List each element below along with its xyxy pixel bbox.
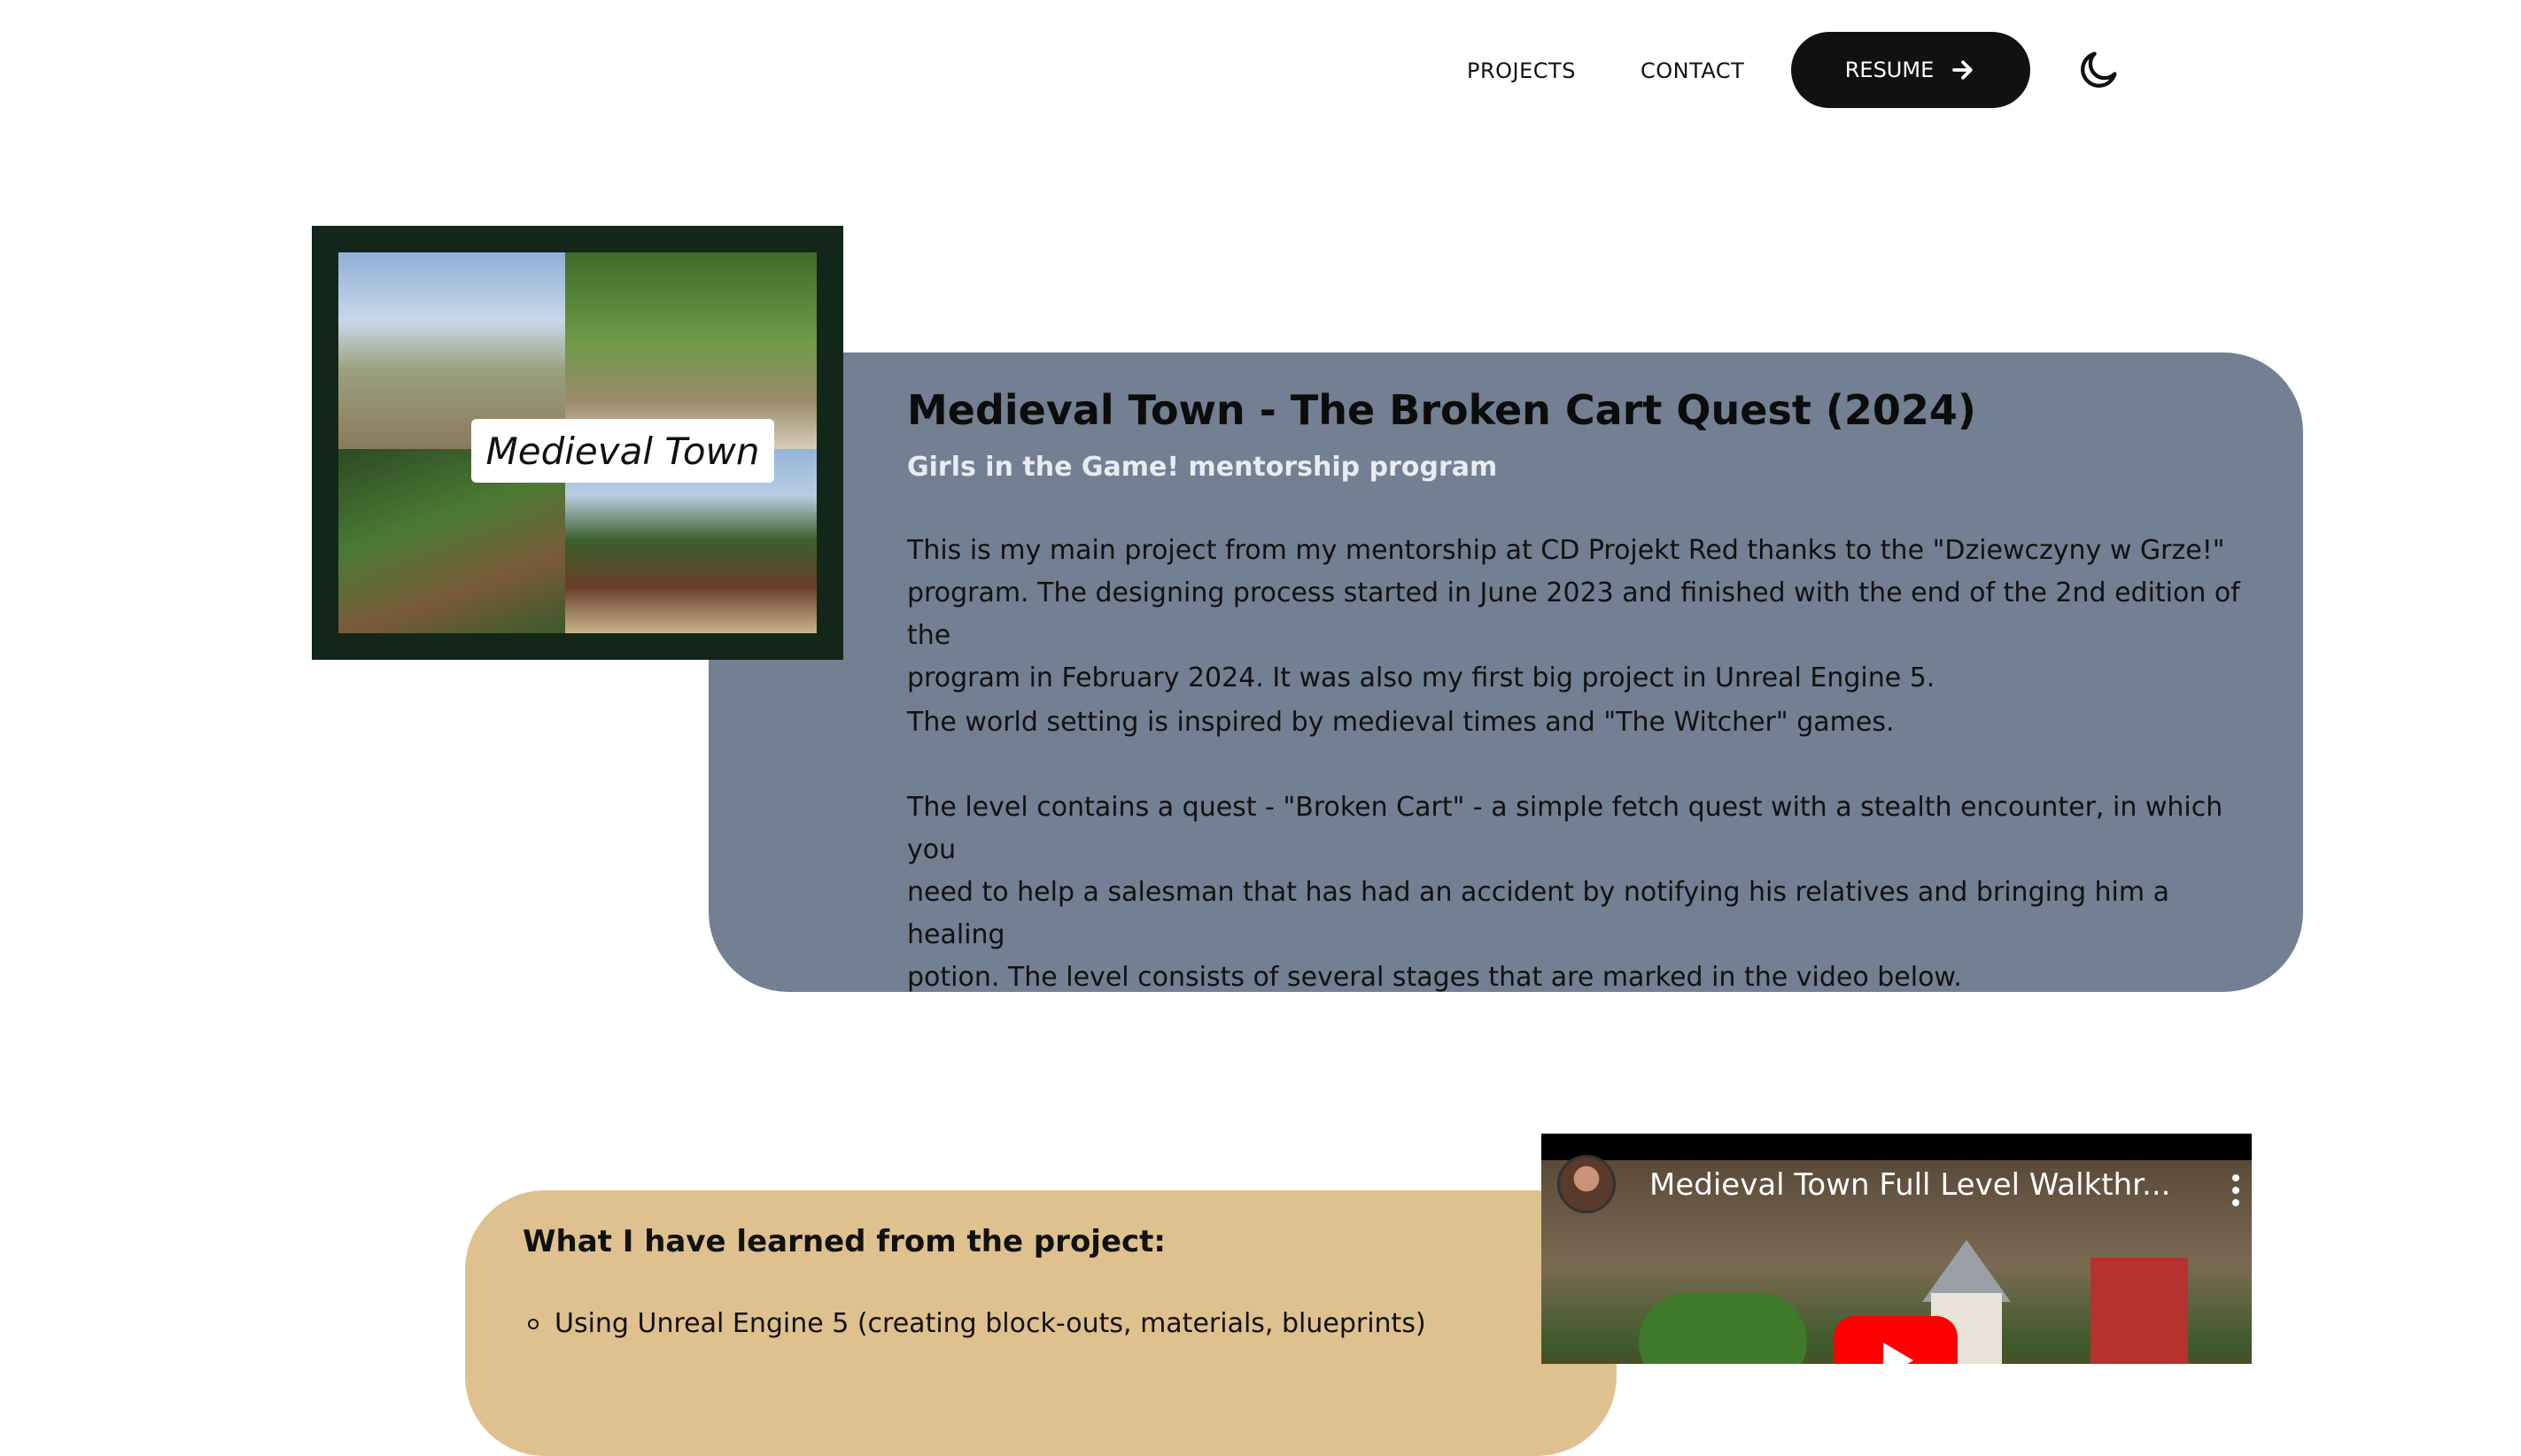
project-title: Medieval Town - The Broken Cart Quest (2… bbox=[907, 386, 1976, 434]
project-subtitle: Girls in the Game! mentorship program bbox=[907, 452, 1498, 483]
more-vert-icon[interactable] bbox=[2230, 1173, 2241, 1208]
paragraph-1-line-2: program. The designing process started i… bbox=[907, 577, 2240, 651]
bullet-icon bbox=[528, 1318, 539, 1329]
channel-avatar[interactable] bbox=[1557, 1155, 1616, 1213]
project-paragraph-2: The world setting is inspired by medieva… bbox=[907, 707, 1895, 738]
paragraph-1-line-3: program in February 2024. It was also my… bbox=[907, 662, 1935, 693]
resume-button[interactable]: RESUME bbox=[1791, 32, 2030, 108]
moon-icon[interactable] bbox=[2076, 46, 2122, 92]
resume-button-label: RESUME bbox=[1844, 58, 1935, 82]
learned-title: What I have learned from the project: bbox=[523, 1224, 1167, 1259]
project-thumbnail[interactable]: Medieval Town bbox=[312, 226, 843, 660]
nav-contact-link[interactable]: CONTACT bbox=[1641, 58, 1744, 83]
paragraph-3-line-1: The level contains a quest - "Broken Car… bbox=[907, 792, 2223, 865]
paragraph-3-line-2: need to help a salesman that has had an … bbox=[907, 877, 2170, 950]
learned-list-item: Using Unreal Engine 5 (creating block-ou… bbox=[528, 1308, 1426, 1339]
paragraph-1-line-1: This is my main project from my mentorsh… bbox=[907, 535, 2225, 566]
video-title[interactable]: Medieval Town Full Level Walkthr... bbox=[1649, 1167, 2170, 1203]
arrow-right-icon bbox=[1952, 60, 1973, 80]
play-button[interactable] bbox=[1834, 1316, 1958, 1364]
nav-projects-link[interactable]: PROJECTS bbox=[1467, 58, 1576, 83]
video-embed[interactable]: Medieval Town Full Level Walkthr... bbox=[1541, 1134, 2252, 1364]
learned-item-text: Using Unreal Engine 5 (creating block-ou… bbox=[555, 1308, 1426, 1339]
thumbnail-label: Medieval Town bbox=[471, 419, 774, 483]
project-paragraph-1: This is my main project from my mentorsh… bbox=[907, 530, 2253, 700]
project-paragraph-3: The level contains a quest - "Broken Car… bbox=[907, 786, 2253, 999]
paragraph-3-line-3: potion. The level consists of several st… bbox=[907, 962, 1962, 993]
